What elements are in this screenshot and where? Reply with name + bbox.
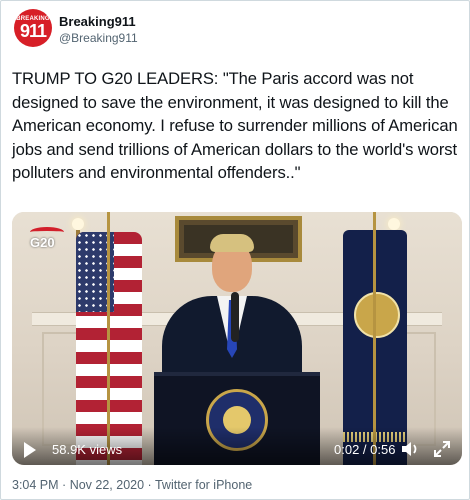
view-count: 58.9K views xyxy=(52,442,123,457)
meta-separator: · xyxy=(62,478,67,492)
play-icon[interactable] xyxy=(24,442,36,458)
video-timestamp: 0:02 / 0:56 xyxy=(334,442,396,457)
display-name[interactable]: Breaking911 xyxy=(59,14,136,29)
microphone xyxy=(231,292,239,342)
tweet-meta: 3:04 PM · Nov 22, 2020 · Twitter for iPh… xyxy=(12,478,252,492)
fullscreen-icon[interactable] xyxy=(432,439,452,459)
video-player[interactable]: G20 58.9K views 0:02 / 0:56 xyxy=(12,212,462,465)
user-handle[interactable]: @Breaking911 xyxy=(59,31,138,45)
avatar[interactable]: BREAKING 911 xyxy=(14,9,52,47)
avatar-logo-text: 911 xyxy=(19,21,47,41)
tweet-text: TRUMP TO G20 LEADERS: "The Paris accord … xyxy=(12,69,458,182)
volume-icon[interactable] xyxy=(400,439,422,459)
g20-logo: G20 xyxy=(30,225,64,255)
tweet-date[interactable]: Nov 22, 2020 xyxy=(70,478,144,492)
g20-logo-text: G20 xyxy=(30,235,55,250)
tweet-card: BREAKING 911 Breaking911 @Breaking911 TR… xyxy=(0,0,470,500)
tweet-time[interactable]: 3:04 PM xyxy=(12,478,59,492)
meta-separator: · xyxy=(147,478,152,492)
tweet-source[interactable]: Twitter for iPhone xyxy=(155,478,252,492)
